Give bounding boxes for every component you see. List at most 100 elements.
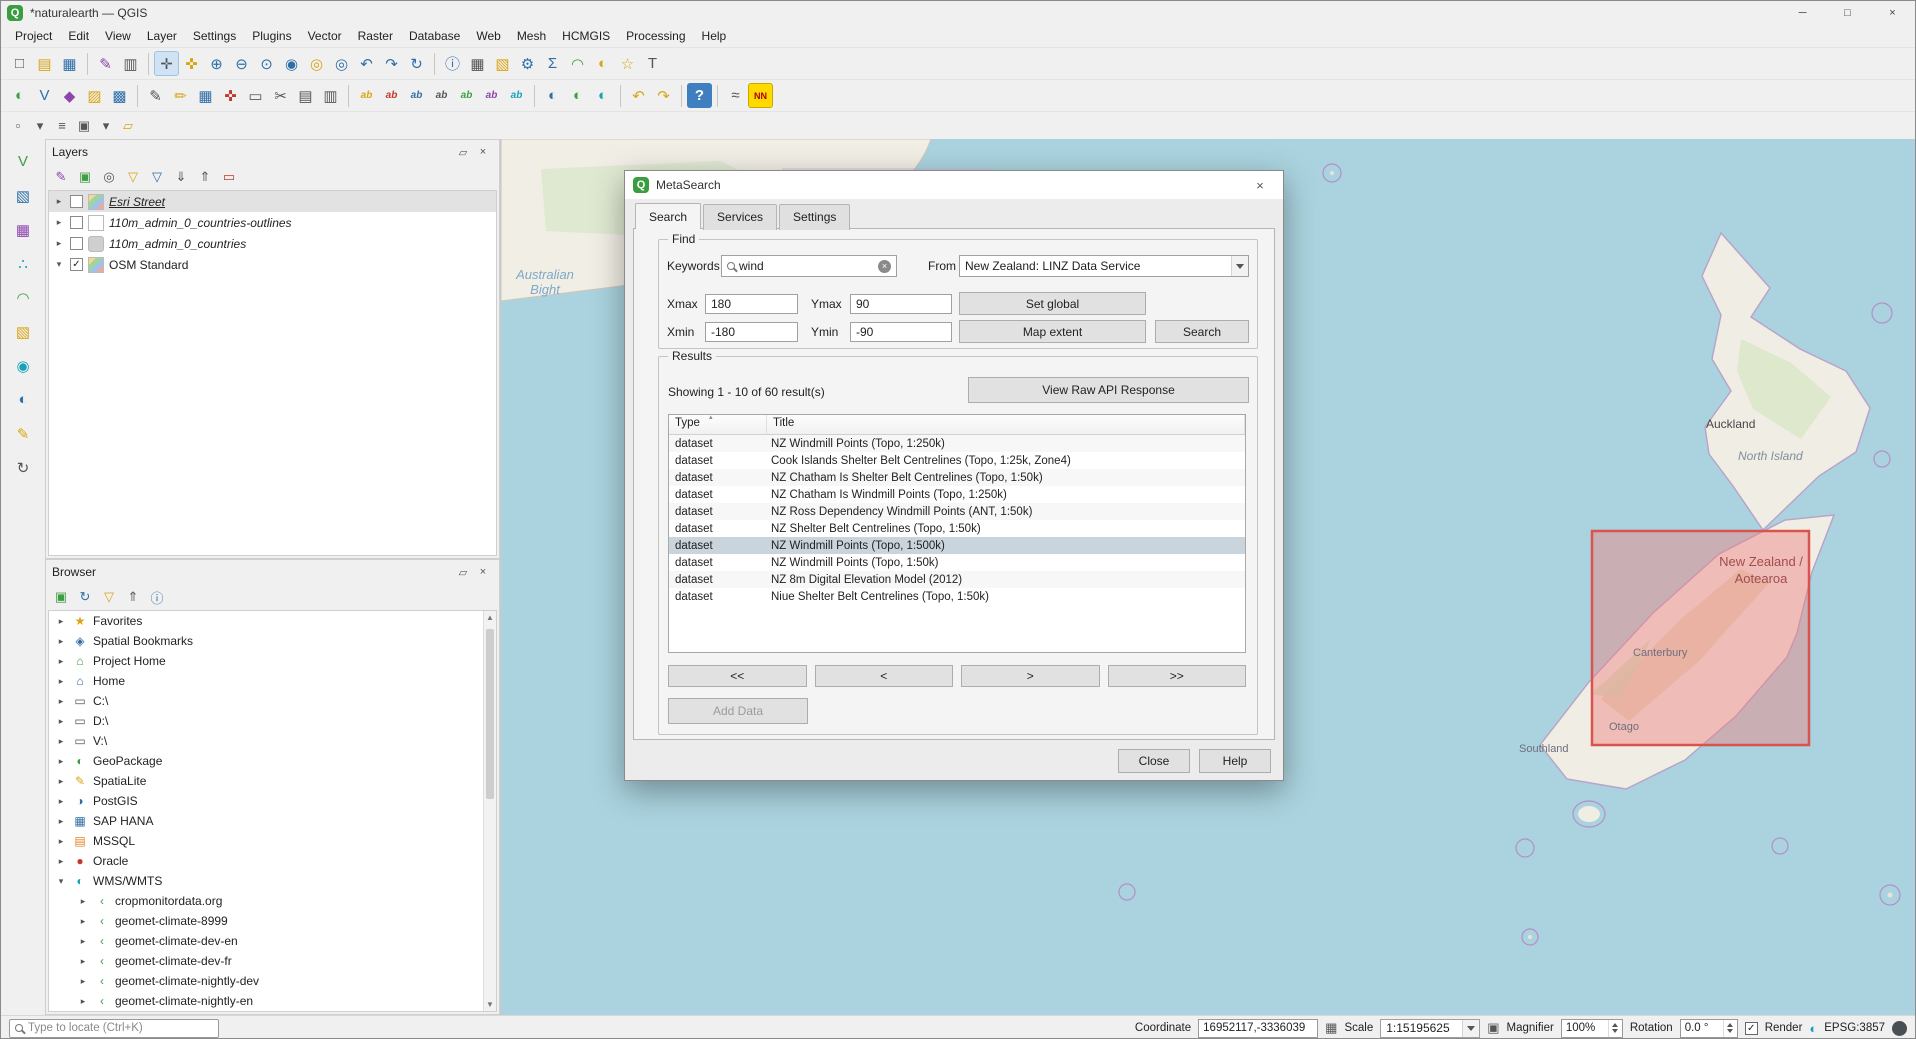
collapse-browser-icon[interactable]: ⇑ — [122, 586, 144, 608]
layer-checkbox[interactable] — [70, 258, 83, 271]
label-pin-icon[interactable]: ab — [479, 83, 504, 108]
layer-checkbox[interactable] — [70, 216, 83, 229]
processing-toolbox-icon[interactable]: ⚙ — [515, 51, 540, 76]
expand-arrow-icon[interactable]: ▾ — [55, 876, 67, 887]
new-bookmark-icon[interactable]: ☆ — [615, 51, 640, 76]
zoom-native-icon[interactable]: ⊙ — [254, 51, 279, 76]
xmin-input[interactable]: -180 — [705, 322, 798, 342]
result-row[interactable]: dataset NZ Ross Dependency Windmill Poin… — [669, 503, 1245, 520]
result-row[interactable]: dataset NZ 8m Digital Elevation Model (2… — [669, 571, 1245, 588]
expand-arrow-icon[interactable]: ▸ — [55, 716, 67, 727]
result-row[interactable]: dataset NZ Shelter Belt Centrelines (Top… — [669, 520, 1245, 537]
save-project-icon[interactable]: ▦ — [57, 51, 82, 76]
layer-labeling-icon[interactable]: ab — [354, 83, 379, 108]
expand-arrow-icon[interactable]: ▸ — [77, 896, 89, 907]
dialog-title-bar[interactable]: Q MetaSearch × — [625, 171, 1283, 199]
web-services-icon[interactable]: ◐ — [590, 83, 615, 108]
globe-tool-icon[interactable]: ◐ — [11, 387, 36, 412]
expand-arrow-icon[interactable]: ▸ — [77, 956, 89, 967]
expand-arrow-icon[interactable]: ▸ — [55, 656, 67, 667]
add-group-icon[interactable]: ▣ — [74, 166, 96, 188]
pagination-button[interactable]: < — [815, 665, 954, 687]
expand-arrow-icon[interactable]: ▸ — [55, 796, 67, 807]
new-temporary-layer-icon[interactable]: ▨ — [82, 83, 107, 108]
new-geopackage-icon[interactable]: ◐ — [7, 83, 32, 108]
expand-arrow-icon[interactable]: ▸ — [55, 776, 67, 787]
menu-item[interactable]: Database — [401, 26, 468, 46]
menu-item[interactable]: HCMGIS — [554, 26, 618, 46]
expand-all-icon[interactable]: ⇓ — [170, 166, 192, 188]
browser-item[interactable]: ▸ ⌂ Home — [49, 671, 483, 691]
measure-icon[interactable]: ◠ — [565, 51, 590, 76]
messages-icon[interactable] — [1892, 1021, 1907, 1036]
layer-checkbox[interactable] — [70, 237, 83, 250]
new-spatialite-icon[interactable]: ◆ — [57, 83, 82, 108]
dropdown-arrow-icon[interactable]: ▾ — [95, 115, 117, 137]
menu-item[interactable]: Settings — [185, 26, 244, 46]
browser-item[interactable]: ▸ ▭ C:\ — [49, 691, 483, 711]
browser-item[interactable]: ▸ ▤ MSSQL — [49, 831, 483, 851]
result-row[interactable]: dataset NZ Windmill Points (Topo, 1:500k… — [669, 537, 1245, 554]
expand-arrow-icon[interactable]: ▸ — [55, 856, 67, 867]
xmax-input[interactable]: 180 — [705, 294, 798, 314]
open-project-icon[interactable]: ▤ — [32, 51, 57, 76]
close-panel-icon[interactable]: × — [473, 566, 493, 578]
expand-arrow-icon[interactable]: ▸ — [55, 816, 67, 827]
zoom-out-icon[interactable]: ⊖ — [229, 51, 254, 76]
metasearch-icon[interactable]: ◐ — [540, 83, 565, 108]
spin-arrows-icon[interactable] — [1723, 1020, 1733, 1037]
menu-item[interactable]: Mesh — [509, 26, 554, 46]
result-row[interactable]: dataset Niue Shelter Belt Centrelines (T… — [669, 588, 1245, 605]
filter-browser-icon[interactable]: ▽ — [98, 586, 120, 608]
text-annotation-icon[interactable]: T — [640, 51, 665, 76]
paste-features-icon[interactable]: ▥ — [318, 83, 343, 108]
result-row[interactable]: dataset NZ Chatham Is Windmill Points (T… — [669, 486, 1245, 503]
browser-item[interactable]: ▸ ▭ V:\ — [49, 731, 483, 751]
column-header-type[interactable]: Type ▴ — [669, 415, 767, 434]
pagination-button[interactable]: >> — [1108, 665, 1247, 687]
float-panel-icon[interactable]: ▱ — [453, 146, 473, 159]
identify-features-icon[interactable]: ⓘ — [440, 51, 465, 76]
add-vector-feature-icon[interactable]: V — [11, 149, 36, 174]
keywords-input[interactable]: wind × — [721, 255, 897, 277]
label-rotate-icon[interactable]: ab — [454, 83, 479, 108]
layer-diagram-icon[interactable]: ab — [379, 83, 404, 108]
pagination-button[interactable]: << — [668, 665, 807, 687]
help-icon[interactable]: ? — [687, 83, 712, 108]
browser-item[interactable]: ▸ ▦ SAP HANA — [49, 811, 483, 831]
raster-tools-icon[interactable]: ▦ — [11, 217, 36, 242]
browser-item[interactable]: ▸ ✎ SpatiaLite — [49, 771, 483, 791]
zoom-full-icon[interactable]: ◉ — [279, 51, 304, 76]
browser-item[interactable]: ▸ ★ Favorites — [49, 611, 483, 631]
browser-item[interactable]: ▸ ‹ geomet-climate-8999 — [49, 911, 483, 931]
menu-item[interactable]: Processing — [618, 26, 693, 46]
annotation-tool-icon[interactable]: ✎ — [11, 421, 36, 446]
browser-item[interactable]: ▸ ⌂ Project Home — [49, 651, 483, 671]
expand-arrow-icon[interactable]: ▸ — [77, 976, 89, 987]
coordinate-input[interactable]: 16952117,-3336039 — [1198, 1019, 1318, 1038]
identify-tool-icon[interactable]: ◉ — [11, 353, 36, 378]
map-theme-icon[interactable]: ▣ — [73, 115, 95, 137]
epsg-button[interactable]: EPSG:3857 — [1824, 1022, 1885, 1034]
pagination-button[interactable]: > — [961, 665, 1100, 687]
extents-toggle-icon[interactable]: ▦ — [1325, 1020, 1337, 1036]
expand-arrow-icon[interactable]: ▸ — [55, 696, 67, 707]
scroll-up-icon[interactable]: ▲ — [484, 611, 496, 624]
column-header-title[interactable]: Title — [767, 415, 1245, 434]
layer-item[interactable]: ▾ OSM Standard — [49, 254, 496, 275]
refresh-browser-icon[interactable]: ↻ — [74, 586, 96, 608]
expand-arrow-icon[interactable]: ▸ — [55, 756, 67, 767]
nnjoin-icon[interactable]: NN — [748, 83, 773, 108]
minimize-button[interactable]: ─ — [1780, 1, 1825, 25]
close-panel-icon[interactable]: × — [473, 146, 493, 158]
help-button[interactable]: Help — [1199, 749, 1271, 773]
expand-arrow-icon[interactable]: ▸ — [55, 676, 67, 687]
magnifier-spinbox[interactable]: 100% — [1561, 1019, 1623, 1038]
browser-item[interactable]: ▾ ◐ WMS/WMTS — [49, 871, 483, 891]
menu-item[interactable]: Project — [7, 26, 60, 46]
map-extent-button[interactable]: Map extent — [959, 320, 1146, 343]
label-move-icon[interactable]: ab — [429, 83, 454, 108]
layout-manager-icon[interactable]: ▥ — [118, 51, 143, 76]
statistical-summary-icon[interactable]: Σ — [540, 51, 565, 76]
manage-map-themes-icon[interactable]: ◎ — [98, 166, 120, 188]
